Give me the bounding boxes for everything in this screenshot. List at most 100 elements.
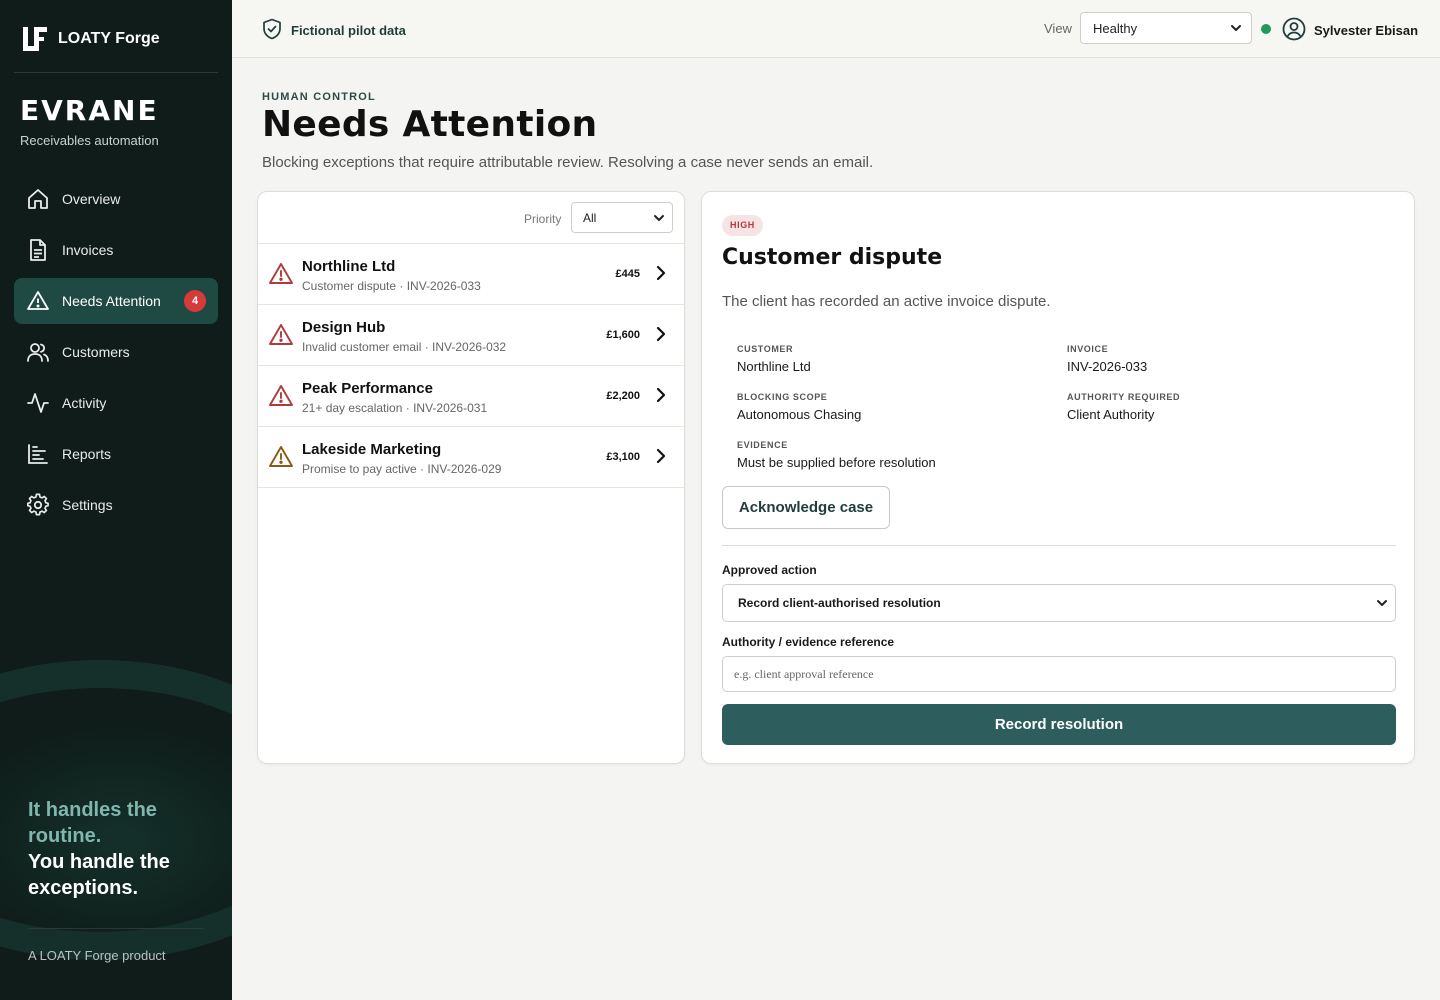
record-resolution-button[interactable]: Record resolution: [722, 704, 1396, 745]
brand[interactable]: LOATY Forge: [22, 26, 160, 52]
page-description: Blocking exceptions that require attribu…: [262, 154, 874, 171]
case-name: Lakeside Marketing: [302, 441, 442, 458]
authority-required-label: AUTHORITY REQUIRED: [1067, 392, 1181, 402]
divider: [722, 545, 1396, 546]
chevron-right-icon: [654, 386, 668, 404]
chevron-right-icon: [654, 325, 668, 343]
sidebar-item-label: Activity: [62, 395, 107, 411]
case-row-design-hub[interactable]: Design Hub Invalid customer email · INV-…: [258, 305, 684, 366]
view-select[interactable]: Healthy: [1080, 12, 1252, 44]
case-amount: £1,600: [606, 329, 640, 341]
customer-label: CUSTOMER: [737, 344, 794, 354]
blocking-scope-label: BLOCKING SCOPE: [737, 392, 828, 402]
chart-icon: [26, 442, 50, 466]
case-amount: £2,200: [606, 390, 640, 402]
product-block: EVRANE Receivables automation: [20, 94, 159, 148]
case-row-northline[interactable]: Northline Ltd Customer dispute · INV-202…: [258, 244, 684, 305]
priority-filter-value: All: [583, 210, 597, 225]
sidebar-item-label: Needs Attention: [62, 293, 161, 309]
warning-icon: [268, 444, 294, 470]
pilot-indicator: Fictional pilot data: [262, 18, 406, 43]
tagline-line-2: You handle the exceptions.: [28, 851, 170, 899]
customer-value: Northline Ltd: [737, 359, 811, 374]
case-subtitle: Promise to pay active · INV-2026-029: [302, 462, 502, 476]
approved-action-label: Approved action: [722, 563, 817, 577]
priority-filter-label: Priority: [524, 212, 562, 226]
sidebar-item-activity[interactable]: Activity: [14, 380, 218, 426]
chevron-down-icon: [1375, 596, 1389, 613]
product-subtitle: Receivables automation: [20, 133, 159, 148]
brand-name: LOATY Forge: [58, 30, 160, 47]
sidebar-item-invoices[interactable]: Invoices: [14, 227, 218, 273]
case-name: Design Hub: [302, 319, 386, 336]
status-dot: [1261, 24, 1271, 34]
sidebar: LOATY Forge EVRANE Receivables automatio…: [0, 0, 232, 1000]
sidebar-item-reports[interactable]: Reports: [14, 431, 218, 477]
case-subtitle: Customer dispute · INV-2026-033: [302, 279, 481, 293]
pilot-label: Fictional pilot data: [291, 23, 406, 38]
evidence-value: Must be supplied before resolution: [737, 455, 936, 470]
page-title: Needs Attention: [262, 104, 598, 145]
case-title: Customer dispute: [722, 245, 943, 270]
chevron-down-icon: [652, 211, 666, 228]
user-name: Sylvester Ebisan: [1314, 23, 1419, 38]
case-amount: £3,100: [606, 451, 640, 463]
authority-required-value: Client Authority: [1067, 407, 1155, 422]
user-avatar-icon: [1282, 17, 1306, 44]
sidebar-footer: A LOATY Forge product: [28, 948, 166, 963]
view-select-value: Healthy: [1093, 20, 1138, 36]
sidebar-item-label: Customers: [62, 344, 130, 360]
document-icon: [26, 238, 50, 262]
reference-label: Authority / evidence reference: [722, 635, 895, 649]
chevron-down-icon: [1229, 21, 1243, 38]
product-name: EVRANE: [20, 94, 159, 127]
user-menu[interactable]: Sylvester Ebisan: [1282, 17, 1418, 44]
page-eyebrow: HUMAN CONTROL: [262, 91, 376, 103]
sidebar-item-customers[interactable]: Customers: [14, 329, 218, 375]
sidebar-item-overview[interactable]: Overview: [14, 176, 218, 222]
warning-icon: [26, 289, 50, 313]
sidebar-item-label: Reports: [62, 446, 112, 462]
shield-check-icon: [262, 18, 282, 43]
evidence-label: EVIDENCE: [737, 440, 788, 450]
sidebar-item-label: Overview: [62, 191, 121, 207]
home-icon: [26, 187, 50, 211]
users-icon: [26, 340, 50, 364]
approved-action-select[interactable]: Record client-authorised resolution: [722, 584, 1396, 622]
blocking-scope-value: Autonomous Chasing: [737, 407, 862, 422]
case-subtitle: Invalid customer email · INV-2026-032: [302, 340, 507, 354]
priority-badge: HIGH: [722, 215, 763, 236]
sidebar-item-settings[interactable]: Settings: [14, 482, 218, 528]
reference-input[interactable]: [722, 656, 1396, 692]
sidebar-tagline: It handles the routine. You handle the e…: [28, 797, 218, 901]
chevron-right-icon: [654, 264, 668, 282]
case-detail-panel: HIGH Customer dispute The client has rec…: [701, 191, 1415, 764]
sidebar-item-needs-attention[interactable]: Needs Attention 4: [14, 278, 218, 324]
gear-icon: [26, 493, 50, 517]
case-name: Peak Performance: [302, 380, 433, 397]
priority-filter-select[interactable]: All: [571, 202, 673, 233]
sidebar-item-label: Settings: [62, 497, 113, 513]
sidebar-divider: [28, 928, 204, 929]
invoice-value: INV-2026-033: [1067, 359, 1148, 374]
sidebar-nav: Overview Invoices Needs Attention 4 Cust…: [14, 176, 218, 533]
view-label: View: [1044, 21, 1072, 36]
warning-icon: [268, 261, 294, 287]
case-subtitle: 21+ day escalation · INV-2026-031: [302, 401, 488, 415]
sidebar-item-label: Invoices: [62, 242, 114, 258]
attention-count-badge: 4: [184, 290, 206, 312]
warning-icon: [268, 383, 294, 409]
topbar: Fictional pilot data View Healthy Sylves…: [232, 0, 1440, 58]
case-amount: £445: [615, 268, 640, 280]
case-name: Northline Ltd: [302, 258, 396, 275]
brand-logo-icon: [22, 26, 48, 52]
case-row-peak-performance[interactable]: Peak Performance 21+ day escalation · IN…: [258, 366, 684, 427]
case-row-lakeside-marketing[interactable]: Lakeside Marketing Promise to pay active…: [258, 427, 684, 488]
warning-icon: [268, 322, 294, 348]
approved-action-value: Record client-authorised resolution: [738, 596, 941, 610]
filter-row: Priority All: [258, 192, 684, 244]
invoice-label: INVOICE: [1067, 344, 1109, 354]
activity-icon: [26, 391, 50, 415]
acknowledge-case-button[interactable]: Acknowledge case: [722, 486, 890, 529]
chevron-right-icon: [654, 447, 668, 465]
